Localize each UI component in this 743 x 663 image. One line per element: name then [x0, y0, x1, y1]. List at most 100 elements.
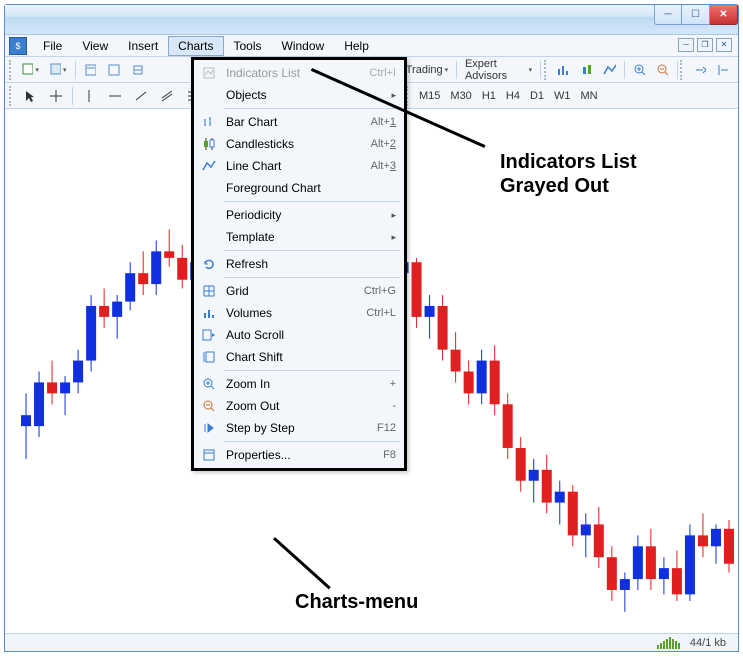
menu-view[interactable]: View — [72, 36, 118, 56]
menu-item-label: Periodicity — [226, 208, 391, 222]
menu-file[interactable]: File — [33, 36, 72, 56]
autoscroll-icon — [693, 62, 706, 78]
app-icon: $ — [9, 37, 27, 55]
blank-icon — [198, 228, 220, 246]
menu-item-label: Refresh — [226, 257, 396, 271]
timeframe-mn[interactable]: MN — [576, 85, 603, 107]
indicator-shift-button[interactable] — [711, 59, 734, 81]
zoom-out-button[interactable] — [650, 59, 673, 81]
indicator-candles-button[interactable] — [574, 59, 597, 81]
hline-button[interactable] — [102, 85, 128, 107]
menu-item-label: Volumes — [226, 306, 366, 320]
line-chart-icon — [198, 157, 220, 175]
connection-icon — [657, 637, 680, 649]
statusbar: 44/1 kb — [5, 633, 738, 651]
market-watch-icon — [83, 62, 96, 78]
profiles-icon — [49, 62, 61, 78]
properties-icon — [198, 446, 220, 464]
channel-button[interactable] — [154, 85, 180, 107]
menu-item-zoom-in[interactable]: Zoom In+ — [194, 373, 404, 395]
autoscroll-icon — [198, 326, 220, 344]
crosshair-icon — [48, 88, 64, 104]
menu-item-label: Bar Chart — [226, 115, 371, 129]
menu-item-volumes[interactable]: VolumesCtrl+L — [194, 302, 404, 324]
menu-item-label: Foreground Chart — [226, 181, 396, 195]
menu-item-zoom-out[interactable]: Zoom Out- — [194, 395, 404, 417]
expert-advisors-button[interactable]: Expert Advisors — [460, 59, 537, 81]
market-watch-button[interactable] — [78, 59, 101, 81]
menu-item-chart-shift[interactable]: Chart Shift — [194, 346, 404, 368]
menu-tools[interactable]: Tools — [224, 36, 272, 56]
menu-item-periodicity[interactable]: Periodicity — [194, 204, 404, 226]
menu-item-bar-chart[interactable]: Bar ChartAlt+1 — [194, 111, 404, 133]
menu-item-candlesticks[interactable]: CandlesticksAlt+2 — [194, 133, 404, 155]
menu-item-grid[interactable]: GridCtrl+G — [194, 280, 404, 302]
bar-chart-icon — [198, 113, 220, 131]
close-button[interactable]: ✕ — [710, 5, 738, 25]
menu-item-foreground-chart[interactable]: Foreground Chart — [194, 177, 404, 199]
menu-window[interactable]: Window — [272, 36, 335, 56]
navigator-button[interactable] — [125, 59, 148, 81]
indicator-bars-button[interactable] — [551, 59, 574, 81]
menu-item-line-chart[interactable]: Line ChartAlt+3 — [194, 155, 404, 177]
zoomin-icon — [198, 375, 220, 393]
timeframe-w1[interactable]: W1 — [549, 85, 576, 107]
child-minimize-button[interactable]: ─ — [678, 38, 694, 52]
menu-item-label: Auto Scroll — [226, 328, 396, 342]
grid-icon — [198, 282, 220, 300]
blank-icon — [198, 86, 220, 104]
maximize-button[interactable]: ☐ — [682, 5, 710, 25]
step-icon — [198, 419, 220, 437]
menu-item-template[interactable]: Template — [194, 226, 404, 248]
bars-icon — [556, 62, 569, 78]
timeframe-h1[interactable]: H1 — [477, 85, 501, 107]
annotation-charts-menu: Charts-menu — [295, 590, 418, 614]
timeframe-d1[interactable]: D1 — [525, 85, 549, 107]
timeframe-m15[interactable]: M15 — [414, 85, 445, 107]
indicator-autoscroll-button[interactable] — [688, 59, 711, 81]
child-close-button[interactable]: ✕ — [716, 38, 732, 52]
chartshift-icon — [198, 348, 220, 366]
menu-item-indicators-list: Indicators ListCtrl+I — [194, 62, 404, 84]
menu-item-step-by-step[interactable]: Step by StepF12 — [194, 417, 404, 439]
menu-item-label: Zoom In — [226, 377, 390, 391]
data-window-icon — [106, 62, 119, 78]
svg-text:+: + — [31, 62, 33, 72]
zoom-in-button[interactable] — [627, 59, 650, 81]
child-restore-button[interactable]: ❐ — [697, 38, 713, 52]
cursor-button[interactable] — [17, 85, 43, 107]
volumes-icon — [198, 304, 220, 322]
menu-item-auto-scroll[interactable]: Auto Scroll — [194, 324, 404, 346]
menu-item-shortcut: Alt+1 — [371, 116, 396, 128]
trendline-icon — [133, 88, 149, 104]
refresh-icon — [198, 255, 220, 273]
menu-item-shortcut: + — [390, 378, 396, 390]
blank-icon — [198, 206, 220, 224]
zoomout-icon — [198, 397, 220, 415]
trendline-button[interactable] — [128, 85, 154, 107]
timeframe-h4[interactable]: H4 — [501, 85, 525, 107]
new-chart-icon: + — [21, 62, 33, 78]
new-chart-button[interactable]: + — [16, 59, 44, 81]
toolbar-grip — [9, 86, 15, 106]
menu-charts[interactable]: Charts — [168, 36, 223, 56]
menu-item-label: Grid — [226, 284, 364, 298]
menu-insert[interactable]: Insert — [118, 36, 168, 56]
menu-item-label: Step by Step — [226, 421, 377, 435]
menu-item-label: Candlesticks — [226, 137, 371, 151]
data-window-button[interactable] — [101, 59, 124, 81]
charts-menu-dropdown: Indicators ListCtrl+IObjectsBar ChartAlt… — [191, 57, 407, 471]
line-icon — [602, 62, 615, 78]
expert-advisors-label: Expert Advisors — [465, 58, 527, 82]
menu-help[interactable]: Help — [334, 36, 379, 56]
minimize-button[interactable]: ─ — [654, 5, 682, 25]
timeframe-m30[interactable]: M30 — [445, 85, 476, 107]
crosshair-button[interactable] — [43, 85, 69, 107]
menu-item-shortcut: Alt+2 — [371, 138, 396, 150]
vline-button[interactable] — [76, 85, 102, 107]
indicator-line-button[interactable] — [597, 59, 620, 81]
titlebar: ─ ☐ ✕ — [5, 5, 738, 35]
menu-item-refresh[interactable]: Refresh — [194, 253, 404, 275]
menu-item-properties[interactable]: Properties...F8 — [194, 444, 404, 466]
profiles-button[interactable] — [44, 59, 72, 81]
